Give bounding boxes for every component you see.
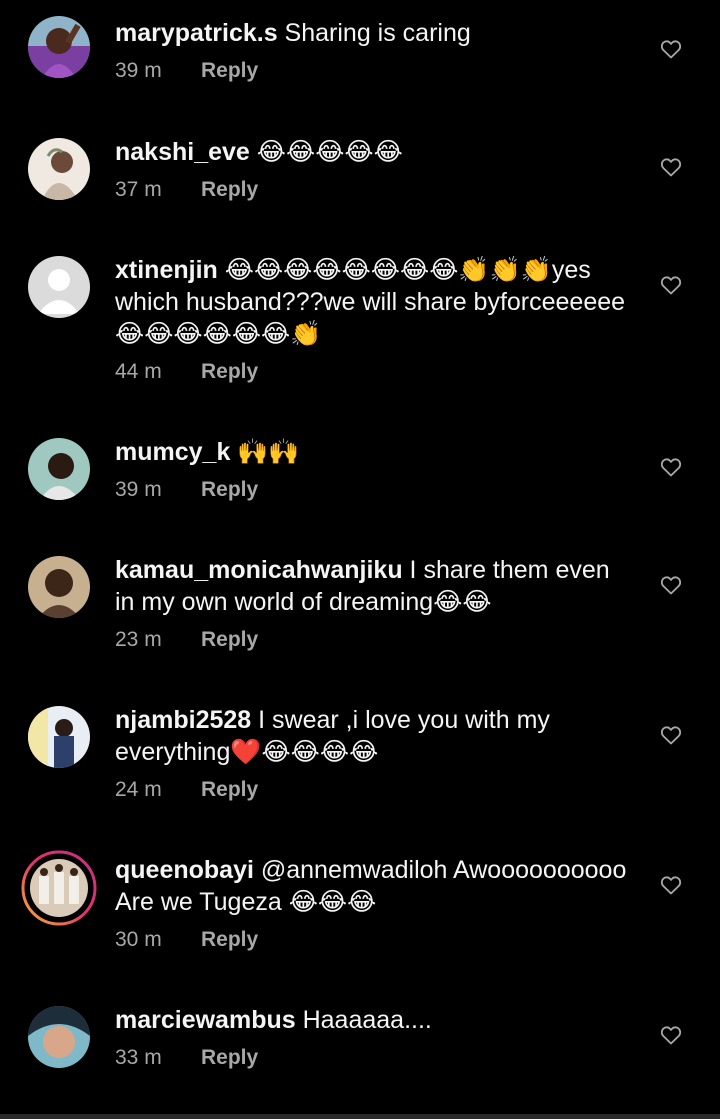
comment-timestamp: 39 m: [115, 478, 162, 501]
heart-icon[interactable]: [659, 723, 683, 747]
heart-icon[interactable]: [659, 455, 683, 479]
heart-icon[interactable]: [659, 573, 683, 597]
heart-icon[interactable]: [659, 155, 683, 179]
default-avatar-icon[interactable]: [28, 256, 90, 318]
comment-timestamp: 23 m: [115, 628, 162, 651]
reply-button[interactable]: Reply: [201, 59, 258, 82]
bottom-divider: [0, 1114, 720, 1119]
heart-icon[interactable]: [659, 1023, 683, 1047]
comment-username[interactable]: nakshi_eve: [115, 138, 250, 166]
reply-button[interactable]: Reply: [201, 178, 258, 201]
heart-icon[interactable]: [659, 873, 683, 897]
comment-timestamp: 37 m: [115, 178, 162, 201]
comment-username[interactable]: kamau_monicahwanjiku: [115, 556, 403, 584]
avatar[interactable]: [28, 1006, 90, 1068]
comment-text: 🙌🙌: [230, 438, 300, 466]
comment-username[interactable]: queenobayi: [115, 856, 254, 884]
comment-username[interactable]: xtinenjin: [115, 256, 218, 284]
comment-timestamp: 24 m: [115, 778, 162, 801]
comment-timestamp: 30 m: [115, 928, 162, 951]
comment-username[interactable]: marypatrick.s: [115, 19, 278, 47]
reply-button[interactable]: Reply: [201, 360, 258, 383]
comment-username[interactable]: mumcy_k: [115, 438, 230, 466]
avatar[interactable]: [28, 438, 90, 500]
comment-timestamp: 44 m: [115, 360, 162, 383]
reply-button[interactable]: Reply: [201, 1046, 258, 1069]
avatar[interactable]: [28, 706, 90, 768]
heart-icon[interactable]: [659, 273, 683, 297]
avatar[interactable]: [28, 138, 90, 200]
reply-button[interactable]: Reply: [201, 478, 258, 501]
comment-username[interactable]: marciewambus: [115, 1006, 296, 1034]
comment-timestamp: 33 m: [115, 1046, 162, 1069]
comment-timestamp: 39 m: [115, 59, 162, 82]
reply-button[interactable]: Reply: [201, 928, 258, 951]
comment-username[interactable]: njambi2528: [115, 706, 251, 734]
avatar[interactable]: [28, 556, 90, 618]
heart-icon[interactable]: [659, 37, 683, 61]
avatar[interactable]: [28, 16, 90, 78]
comment-text: Sharing is caring: [277, 19, 471, 47]
story-ring-avatar[interactable]: [21, 850, 97, 926]
comment-text: 😂😂😂😂😂: [249, 138, 403, 166]
reply-button[interactable]: Reply: [201, 778, 258, 801]
reply-button[interactable]: Reply: [201, 628, 258, 651]
comment-text: Haaaaaa....: [295, 1006, 432, 1034]
